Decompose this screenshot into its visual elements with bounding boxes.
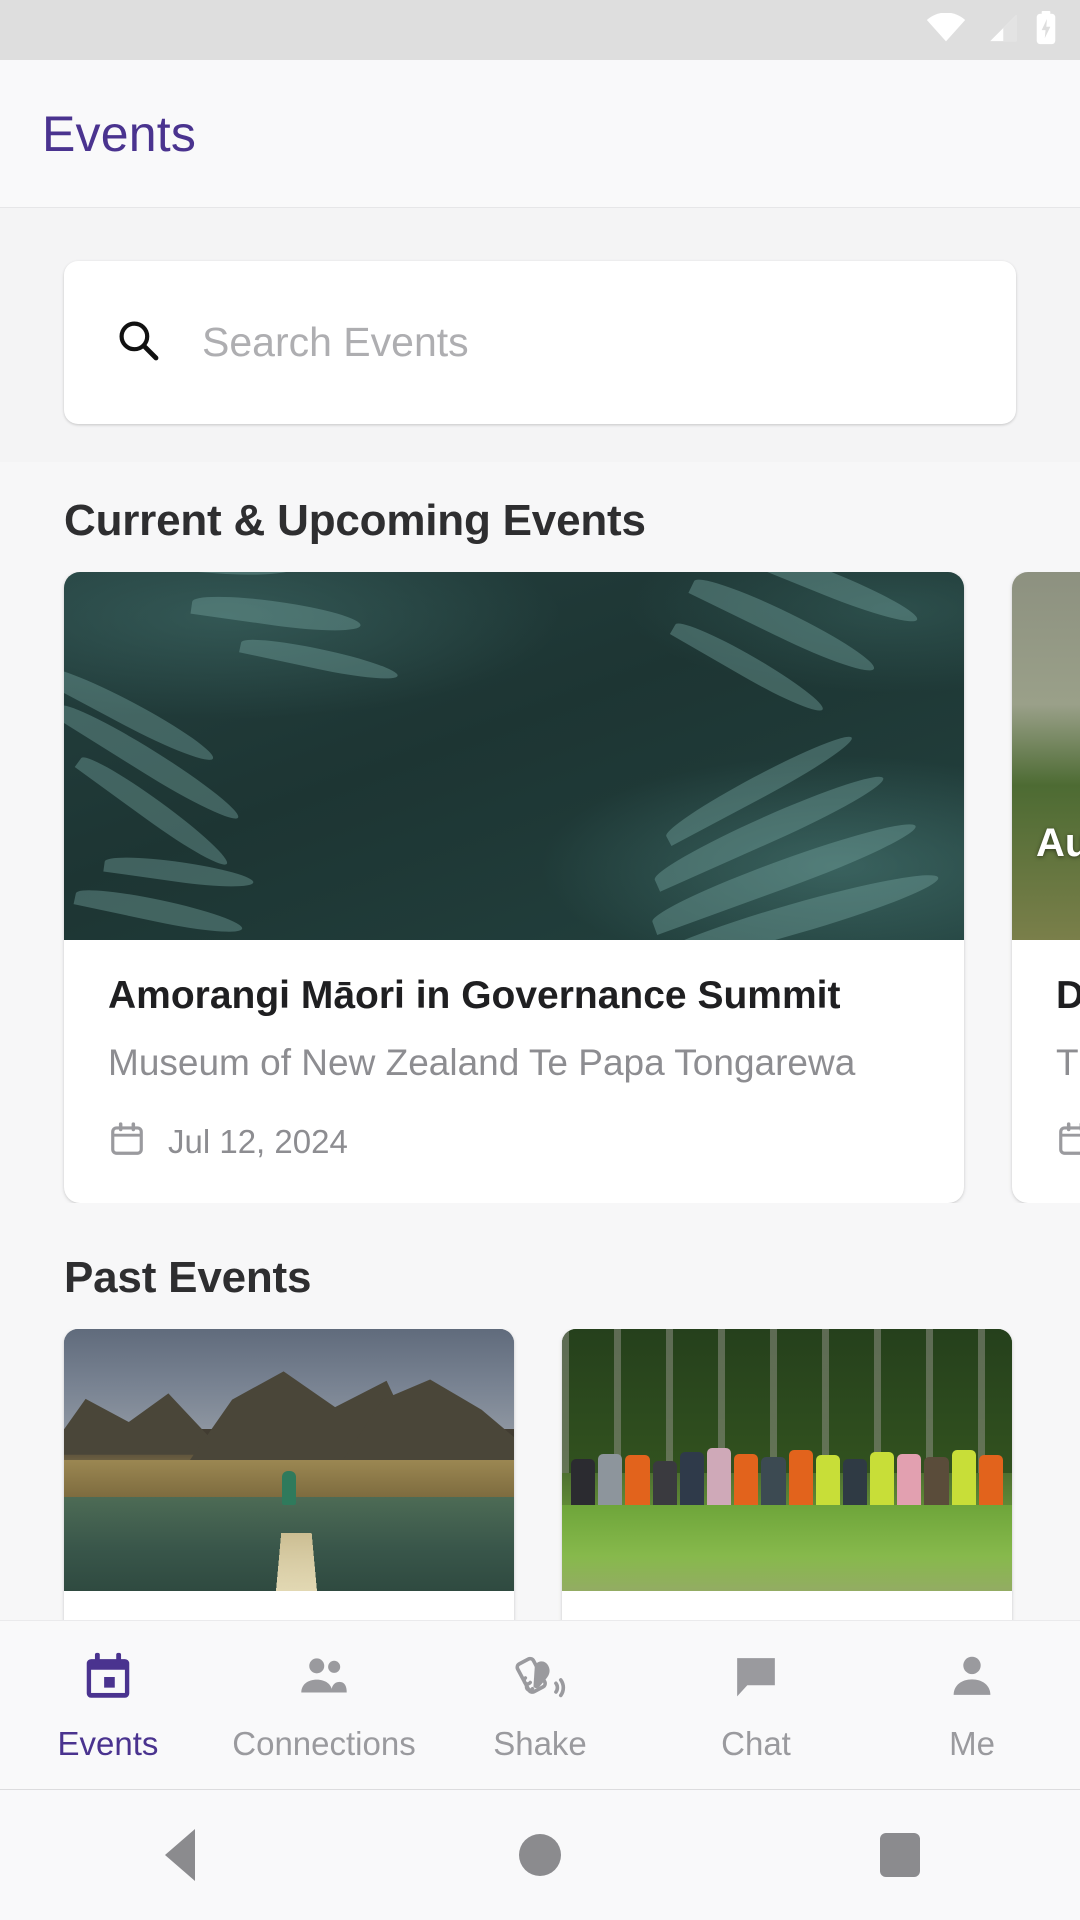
upcoming-events-carousel[interactable]: Amorangi Māori in Governance Summit Muse… [0, 572, 1080, 1203]
page-title: Events [42, 105, 197, 162]
content-scroll[interactable]: Current & Upcoming Events Amorangi Māori… [0, 462, 1080, 1665]
nav-item-me[interactable]: Me [864, 1648, 1080, 1763]
person-icon [943, 1648, 1001, 1711]
past-events-section: Past Events [0, 1253, 1080, 1665]
calendar-icon [108, 1120, 146, 1163]
shake-phone-icon [511, 1648, 569, 1711]
nav-label-me: Me [949, 1724, 995, 1762]
search-placeholder: Search Events [202, 319, 469, 365]
search-region: Search Events [0, 208, 1080, 462]
event-venue: TS [1056, 1042, 1080, 1083]
event-image-kowhai: Aua [1012, 572, 1080, 940]
calendar-icon [79, 1648, 137, 1711]
cellular-signal-icon [982, 13, 1018, 48]
wifi-icon [926, 12, 966, 48]
section-title-past: Past Events [64, 1253, 312, 1302]
event-card-body: DI TS [1012, 940, 1080, 1203]
event-image-caption: Aua [1036, 821, 1080, 865]
event-title: Amorangi Māori in Governance Summit [108, 974, 841, 1017]
event-card[interactable]: Aua DI TS [1012, 572, 1080, 1203]
back-button[interactable] [0, 1829, 360, 1881]
search-input[interactable]: Search Events [64, 261, 1016, 424]
past-event-image-lake-boardwalk [64, 1329, 514, 1591]
recents-button[interactable] [720, 1833, 1080, 1877]
nav-label-shake: Shake [493, 1724, 587, 1762]
event-card[interactable]: Amorangi Māori in Governance Summit Muse… [64, 572, 964, 1203]
chat-bubble-icon [727, 1648, 785, 1711]
home-circle-icon [519, 1834, 561, 1876]
event-title: DI [1056, 974, 1080, 1017]
past-event-card[interactable] [562, 1329, 1012, 1665]
bottom-navigation: Events Connections Shake Chat Me [0, 1620, 1080, 1790]
past-events-carousel[interactable] [0, 1329, 1080, 1665]
nav-item-shake[interactable]: Shake [432, 1648, 648, 1763]
recents-square-icon [880, 1833, 920, 1877]
event-date-row: Jul 12, 2024 [108, 1120, 920, 1163]
battery-charging-icon [1034, 10, 1058, 50]
event-card-body: Amorangi Māori in Governance Summit Muse… [64, 940, 964, 1203]
nav-item-connections[interactable]: Connections [216, 1648, 432, 1763]
nav-label-events: Events [57, 1724, 159, 1762]
search-icon [114, 316, 162, 369]
status-bar [0, 0, 1080, 60]
nav-label-chat: Chat [721, 1724, 791, 1762]
app-bar: Events [0, 60, 1080, 208]
home-button[interactable] [360, 1834, 720, 1876]
event-image-silver-fern [64, 572, 964, 940]
calendar-icon [1056, 1120, 1080, 1163]
nav-item-chat[interactable]: Chat [648, 1648, 864, 1763]
people-icon [295, 1648, 353, 1711]
past-event-image-group-photo [562, 1329, 1012, 1591]
back-triangle-icon [165, 1829, 195, 1881]
event-venue: Museum of New Zealand Te Papa Tongarewa [108, 1042, 856, 1083]
event-date-row [1056, 1120, 1080, 1163]
past-event-card[interactable] [64, 1329, 514, 1665]
event-date: Jul 12, 2024 [168, 1122, 348, 1160]
nav-label-connections: Connections [232, 1724, 416, 1762]
nav-item-events[interactable]: Events [0, 1648, 216, 1763]
section-title-upcoming: Current & Upcoming Events [64, 496, 646, 545]
android-system-navigation [0, 1790, 1080, 1920]
